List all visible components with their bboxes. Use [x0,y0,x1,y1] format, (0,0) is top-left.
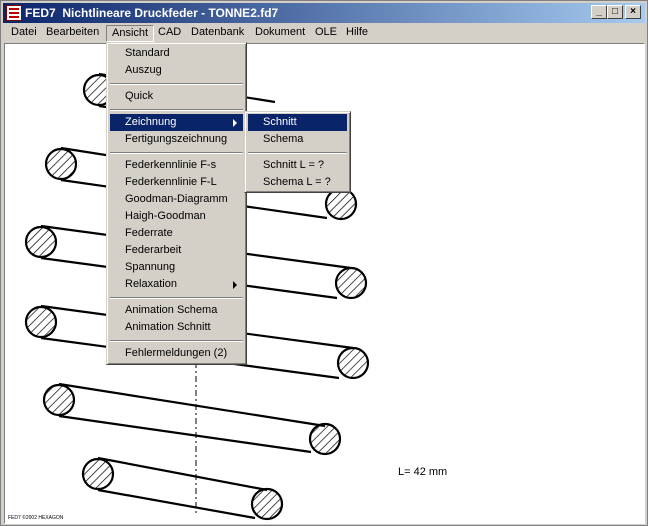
coil-line [58,382,326,428]
wire-section [308,422,342,456]
menu-dokument[interactable]: Dokument [250,25,310,42]
wire-section [250,487,284,521]
submenu-item-schnitt-l[interactable]: Schnitt L = ? [248,157,347,174]
wire-section [24,225,58,259]
ansicht-dropdown-menu: Standard Auszug Quick Zeichnung Fertigun… [106,42,247,365]
submenu-arrow-icon [233,119,237,127]
coil-line [97,456,268,492]
wire-section [334,266,368,300]
menu-item-relaxation[interactable]: Relaxation [110,276,243,293]
menu-item-federrate[interactable]: Federrate [110,225,243,242]
menu-item-quick[interactable]: Quick [110,88,243,105]
menu-item-zeichnung-label: Zeichnung [125,116,177,128]
menu-ansicht[interactable]: Ansicht [106,25,155,42]
submenu-item-schnitt[interactable]: Schnitt [248,114,347,131]
menu-item-auszug[interactable]: Auszug [110,62,243,79]
menu-bar: Datei Bearbeiten Ansicht CAD Datenbank D… [3,24,645,42]
menu-datei[interactable]: Datei [6,25,42,42]
wire-section [324,187,358,221]
app-name: FED7 [25,6,56,20]
menu-item-fehlermeldungen[interactable]: Fehlermeldungen (2) [110,345,243,362]
menu-item-federkennlinie-fs[interactable]: Federkennlinie F-s [110,157,243,174]
menu-separator [110,83,243,85]
submenu-arrow-icon [233,281,237,289]
maximize-button[interactable]: □ [607,5,623,19]
wire-section [24,305,58,339]
menu-separator [110,152,243,154]
menu-item-zeichnung[interactable]: Zeichnung [110,114,243,131]
title-bar[interactable]: FED7 Nichtlineare Druckfeder - TONNE2.fd… [3,3,645,23]
menu-item-goodman-diagramm[interactable]: Goodman-Diagramm [110,191,243,208]
minimize-button[interactable]: _ [591,5,607,19]
menu-cad[interactable]: CAD [153,25,186,42]
coil-line [97,488,256,520]
menu-item-relaxation-label: Relaxation [125,278,177,290]
menu-separator [110,109,243,111]
menu-item-federarbeit[interactable]: Federarbeit [110,242,243,259]
submenu-item-schema[interactable]: Schema [248,131,347,148]
submenu-item-schema-l[interactable]: Schema L = ? [248,174,347,191]
wire-section [81,457,115,491]
footer-info-text: FED7 ©2002 HEXAGON [8,515,64,521]
menu-item-fertigungszeichnung[interactable]: Fertigungszeichnung [110,131,243,148]
document-title: Nichtlineare Druckfeder - TONNE2.fd7 [62,6,279,20]
menu-item-spannung[interactable]: Spannung [110,259,243,276]
menu-item-haigh-goodman[interactable]: Haigh-Goodman [110,208,243,225]
wire-section [42,383,76,417]
menu-item-animation-schema[interactable]: Animation Schema [110,302,243,319]
menu-item-standard[interactable]: Standard [110,45,243,62]
close-button[interactable]: × [625,5,641,19]
zeichnung-submenu: Schnitt Schema Schnitt L = ? Schema L = … [244,111,351,193]
menu-hilfe[interactable]: Hilfe [341,25,373,42]
application-window: FED7 Nichtlineare Druckfeder - TONNE2.fd… [0,0,648,526]
menu-datenbank[interactable]: Datenbank [186,25,249,42]
menu-separator [110,297,243,299]
window-title: FED7 Nichtlineare Druckfeder - TONNE2.fd… [25,6,278,20]
spring-length-label: L= 42 mm [398,466,448,478]
menu-item-federkennlinie-fl[interactable]: Federkennlinie F-L [110,174,243,191]
wire-section [44,147,78,181]
wire-section [336,346,370,380]
menu-item-animation-schnitt[interactable]: Animation Schnitt [110,319,243,336]
coil-line [58,414,312,454]
menu-separator [110,340,243,342]
menu-bearbeiten[interactable]: Bearbeiten [41,25,104,42]
spring-app-icon[interactable] [6,5,22,21]
menu-separator [248,152,347,154]
menu-ole[interactable]: OLE [310,25,342,42]
